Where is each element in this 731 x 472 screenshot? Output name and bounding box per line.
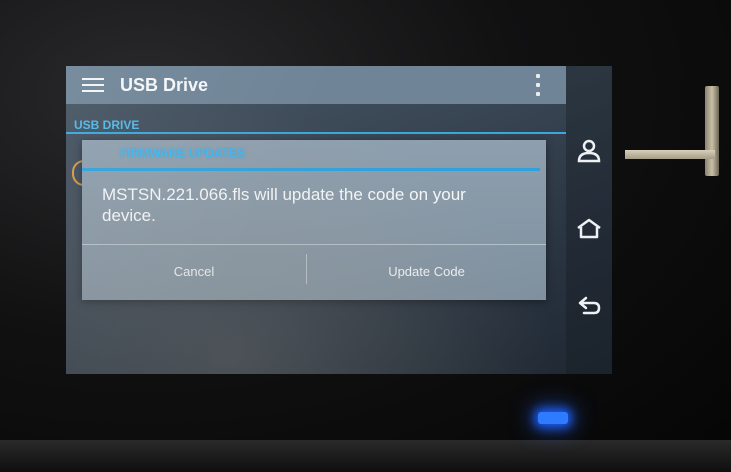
dialog-button-divider xyxy=(82,244,546,245)
dialog-title-divider xyxy=(82,168,540,171)
device-screen: USB Drive USB DRIVE FIRMWARE UPDATES MST… xyxy=(66,66,612,374)
cancel-button[interactable]: Cancel xyxy=(82,250,306,292)
user-icon[interactable] xyxy=(574,136,604,166)
app-bar: USB Drive xyxy=(66,66,566,104)
mounting-bracket xyxy=(705,86,719,176)
mounting-rail xyxy=(625,150,715,159)
section-divider xyxy=(66,132,566,134)
back-icon[interactable] xyxy=(574,290,604,320)
update-code-button[interactable]: Update Code xyxy=(307,250,546,292)
device-frame-bottom xyxy=(0,440,731,472)
overflow-menu-icon[interactable] xyxy=(534,74,542,96)
dialog-title: FIRMWARE UPDATES xyxy=(120,146,246,160)
hamburger-menu-icon[interactable] xyxy=(82,77,104,93)
navigation-bar xyxy=(566,66,612,374)
home-icon[interactable] xyxy=(574,214,604,244)
firmware-update-dialog: FIRMWARE UPDATES MSTSN.221.066.fls will … xyxy=(82,140,546,300)
status-led-indicator xyxy=(538,412,568,424)
section-header: USB DRIVE xyxy=(74,118,140,132)
dialog-message: MSTSN.221.066.fls will update the code o… xyxy=(102,185,466,225)
app-title: USB Drive xyxy=(120,74,209,95)
